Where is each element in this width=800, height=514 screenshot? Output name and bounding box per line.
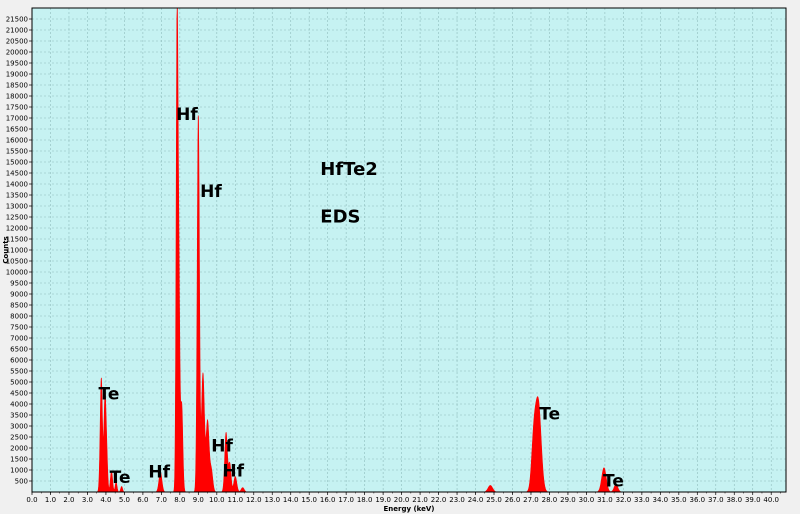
y-tick-label: 4000 xyxy=(10,401,28,409)
x-tick-label: 25.0 xyxy=(486,496,502,504)
y-tick-label: 21500 xyxy=(6,16,28,24)
x-tick-label: 22.0 xyxy=(431,496,447,504)
peak-annotation: Te xyxy=(110,468,131,488)
x-tick-label: 11.0 xyxy=(227,496,243,504)
y-tick-label: 17000 xyxy=(6,115,28,123)
y-tick-label: 12500 xyxy=(6,214,28,222)
x-tick-label: 33.0 xyxy=(634,496,650,504)
y-tick-label: 1000 xyxy=(10,467,28,475)
peak-annotation: Hf xyxy=(176,105,198,125)
sample-label-method: EDS xyxy=(320,207,360,228)
peak-annotation: Te xyxy=(603,472,624,492)
x-tick-label: 16.0 xyxy=(320,496,336,504)
x-tick-label: 2.0 xyxy=(63,496,74,504)
x-tick-label: 14.0 xyxy=(283,496,299,504)
x-tick-label: 8.0 xyxy=(174,496,185,504)
x-tick-label: 3.0 xyxy=(82,496,93,504)
y-tick-label: 16500 xyxy=(6,126,28,134)
x-tick-label: 29.0 xyxy=(560,496,576,504)
y-tick-label: 20500 xyxy=(6,38,28,46)
y-tick-label: 2500 xyxy=(10,434,28,442)
y-tick-label: 17500 xyxy=(6,104,28,112)
x-tick-label: 34.0 xyxy=(653,496,669,504)
x-tick-label: 31.0 xyxy=(597,496,613,504)
y-tick-label: 4500 xyxy=(10,390,28,398)
y-tick-label: 9000 xyxy=(10,291,28,299)
y-axis-label: Counts xyxy=(2,236,10,263)
x-tick-label: 38.0 xyxy=(726,496,742,504)
peak-annotation: Te xyxy=(539,404,560,424)
x-tick-label: 20.0 xyxy=(394,496,410,504)
y-tick-label: 14500 xyxy=(6,170,28,178)
x-tick-label: 1.0 xyxy=(45,496,56,504)
peak-annotation: Te xyxy=(99,385,120,405)
x-tick-label: 24.0 xyxy=(468,496,484,504)
y-tick-label: 500 xyxy=(15,478,28,486)
x-tick-label: 26.0 xyxy=(505,496,521,504)
x-tick-label: 0.0 xyxy=(26,496,37,504)
x-tick-label: 17.0 xyxy=(338,496,354,504)
x-tick-label: 37.0 xyxy=(708,496,724,504)
x-tick-label: 39.0 xyxy=(745,496,761,504)
y-tick-label: 18000 xyxy=(6,93,28,101)
x-tick-label: 10.0 xyxy=(209,496,225,504)
x-tick-label: 7.0 xyxy=(156,496,167,504)
y-tick-label: 18500 xyxy=(6,82,28,90)
sample-label-formula: HfTe2 xyxy=(320,159,378,180)
x-axis-label: Energy (keV) xyxy=(383,505,434,513)
y-tick-label: 8000 xyxy=(10,313,28,321)
y-tick-label: 20000 xyxy=(6,49,28,57)
x-tick-label: 18.0 xyxy=(357,496,373,504)
y-tick-label: 13500 xyxy=(6,192,28,200)
y-tick-label: 10000 xyxy=(6,269,28,277)
y-tick-label: 7000 xyxy=(10,335,28,343)
x-tick-label: 19.0 xyxy=(375,496,391,504)
x-tick-label: 27.0 xyxy=(523,496,539,504)
y-tick-label: 16000 xyxy=(6,137,28,145)
x-tick-label: 32.0 xyxy=(616,496,632,504)
x-tick-label: 13.0 xyxy=(264,496,280,504)
y-tick-label: 5000 xyxy=(10,379,28,387)
y-tick-label: 5500 xyxy=(10,368,28,376)
peak-annotation: Hf xyxy=(211,436,233,456)
y-tick-label: 3500 xyxy=(10,412,28,420)
y-tick-label: 15500 xyxy=(6,148,28,156)
y-tick-label: 6000 xyxy=(10,357,28,365)
x-tick-label: 21.0 xyxy=(412,496,428,504)
y-tick-label: 7500 xyxy=(10,324,28,332)
peak-annotation: Hf xyxy=(148,463,170,483)
y-tick-label: 6500 xyxy=(10,346,28,354)
y-tick-label: 2000 xyxy=(10,445,28,453)
x-tick-label: 30.0 xyxy=(579,496,595,504)
y-tick-label: 21000 xyxy=(6,27,28,35)
y-tick-label: 1500 xyxy=(10,456,28,464)
x-tick-label: 40.0 xyxy=(763,496,779,504)
y-tick-label: 14000 xyxy=(6,181,28,189)
y-tick-label: 9500 xyxy=(10,280,28,288)
y-tick-label: 8500 xyxy=(10,302,28,310)
x-tick-label: 35.0 xyxy=(671,496,687,504)
y-tick-label: 3000 xyxy=(10,423,28,431)
eds-spectrum-chart: 0.0 1.0 2.0 3.0 4.0 5.0 6.0 7.0 8.0 9.0 10.0 11.0 12… xyxy=(2,7,787,513)
x-tick-label: 5.0 xyxy=(119,496,130,504)
peak-annotation: Hf xyxy=(222,462,244,482)
y-tick-label: 19000 xyxy=(6,71,28,79)
x-tick-label: 28.0 xyxy=(542,496,558,504)
x-tick-label: 15.0 xyxy=(301,496,317,504)
y-tick-label: 15000 xyxy=(6,159,28,167)
x-tick-label: 6.0 xyxy=(137,496,148,504)
y-tick-label: 19500 xyxy=(6,60,28,68)
x-tick-label: 12.0 xyxy=(246,496,262,504)
y-tick-label: 12000 xyxy=(6,225,28,233)
peak-annotation: Hf xyxy=(200,182,222,202)
x-tick-label: 36.0 xyxy=(689,496,705,504)
x-tick-label: 23.0 xyxy=(449,496,465,504)
x-tick-label: 4.0 xyxy=(100,496,111,504)
x-tick-label: 9.0 xyxy=(193,496,204,504)
y-tick-label: 13000 xyxy=(6,203,28,211)
